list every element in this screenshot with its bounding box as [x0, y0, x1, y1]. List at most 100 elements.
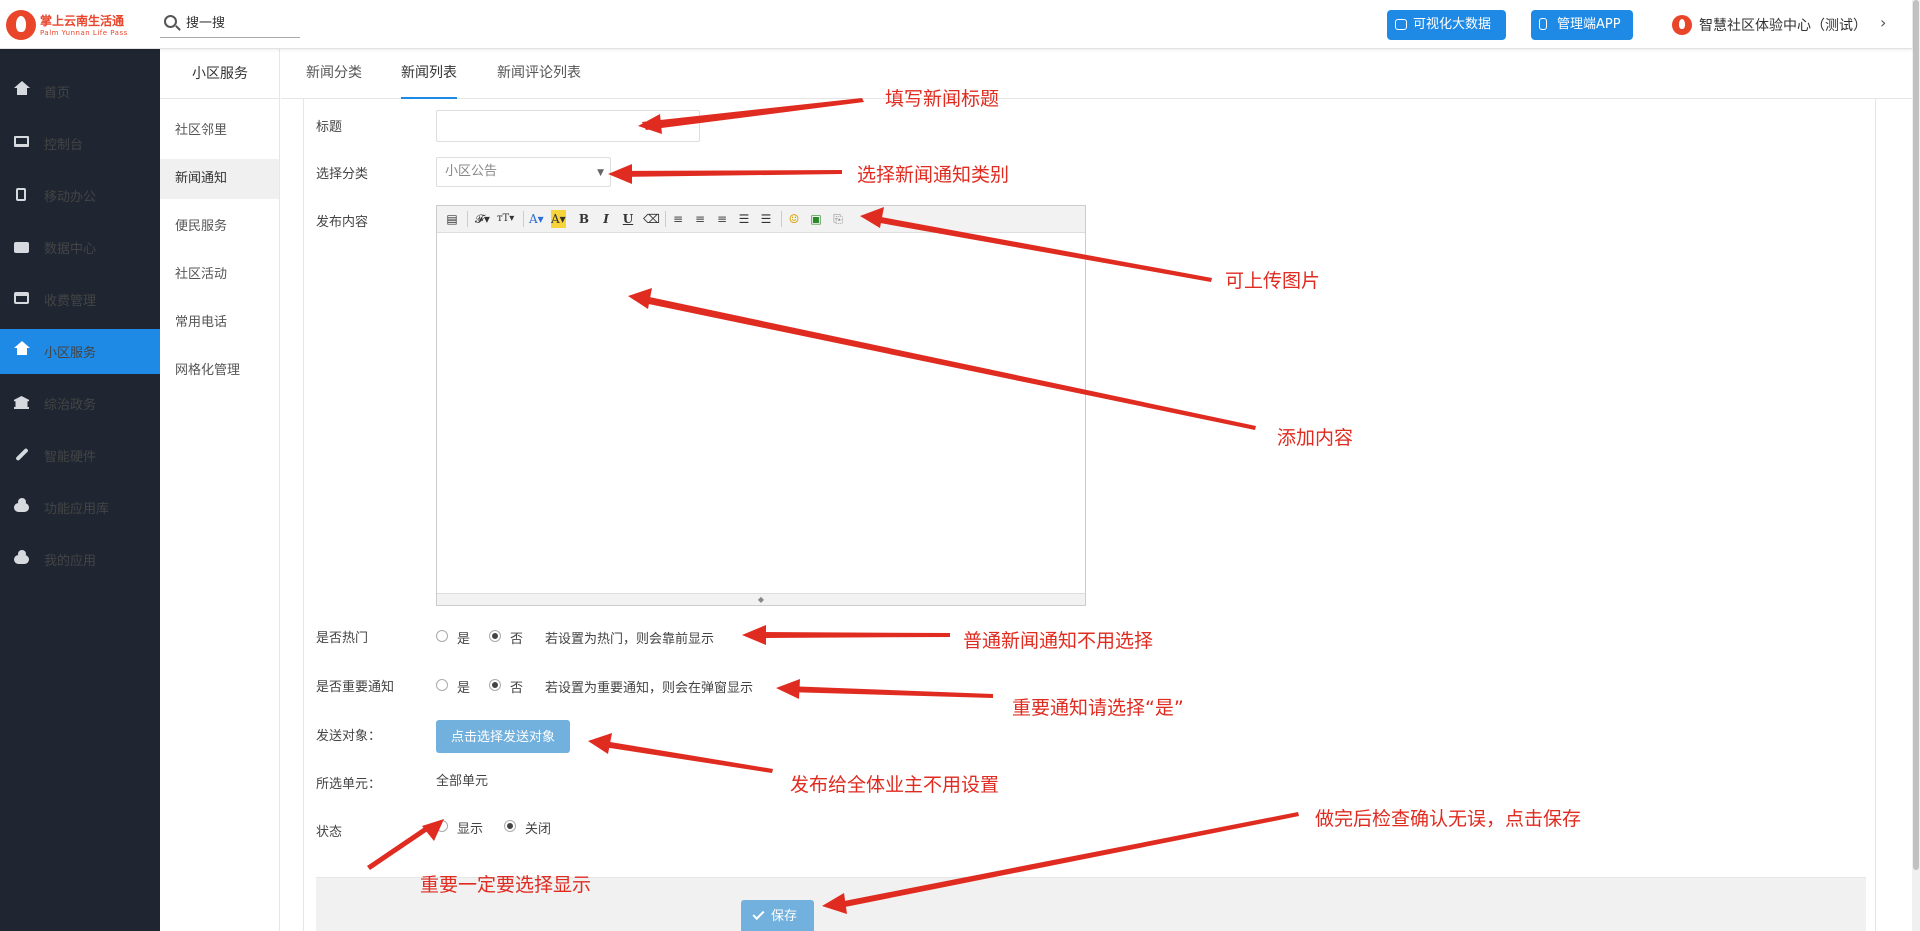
sidebar-item-label: 数据中心 [44, 242, 97, 257]
avatar [1672, 15, 1692, 35]
hot-yes-label: 是 [457, 632, 471, 647]
font-color-icon[interactable]: A▾ [529, 210, 544, 228]
subnav-item-convenience[interactable]: 便民服务 [160, 207, 279, 247]
font-family-icon[interactable]: 𝓕▾ [475, 210, 490, 228]
save-button[interactable]: 保存 [741, 900, 814, 931]
hot-no-label: 否 [510, 632, 524, 647]
tab-bar: 新闻分类 新闻列表 新闻评论列表 [281, 49, 1912, 99]
save-button-label: 保存 [771, 909, 798, 924]
sidebar-item-label: 小区服务 [44, 346, 97, 361]
scrollbar-thumb[interactable] [1913, 0, 1919, 870]
bank-icon [14, 396, 29, 409]
annotation-status: 重要一定要选择显示 [420, 874, 592, 896]
sidebar-item-home[interactable]: 首页 [0, 69, 160, 114]
align-right-icon[interactable]: ≡ [715, 210, 729, 228]
emoji-icon[interactable]: ☺ [787, 210, 801, 228]
sidebar-item-data-center[interactable]: 数据中心 [0, 225, 160, 270]
search-icon [164, 15, 177, 28]
status-close-label: 关闭 [525, 822, 552, 837]
highlight-color-icon[interactable]: A▾ [551, 210, 566, 228]
tab-news-category[interactable]: 新闻分类 [306, 49, 362, 99]
important-no-radio[interactable] [489, 679, 501, 691]
subnav-item-phones[interactable]: 常用电话 [160, 303, 279, 343]
logo-subtitle: Palm Yunnan Life Pass [40, 29, 128, 37]
sidebar-item-label: 首页 [44, 86, 71, 101]
tab-news-list[interactable]: 新闻列表 [401, 49, 457, 99]
hot-no-radio[interactable] [489, 630, 501, 642]
align-left-icon[interactable]: ≡ [671, 210, 685, 228]
bold-icon[interactable]: B [577, 210, 591, 228]
toolbar-separator [665, 211, 666, 227]
status-label: 状态 [316, 825, 343, 840]
sidebar-item-mobile-office[interactable]: 移动办公 [0, 173, 160, 218]
italic-icon[interactable]: I [599, 210, 613, 228]
scrollbar[interactable] [1912, 0, 1920, 931]
admin-app-button[interactable]: 管理端APP [1531, 10, 1633, 40]
unordered-list-icon[interactable]: ☰ [759, 210, 773, 228]
sidebar-item-app-library[interactable]: 功能应用库 [0, 485, 160, 530]
subnav-title: 小区服务 [160, 49, 280, 99]
source-icon[interactable]: ▤ [445, 210, 459, 228]
user-name: 智慧社区体验中心（测试） [1699, 18, 1867, 34]
sidebar-item-smart-hardware[interactable]: 智能硬件 [0, 433, 160, 478]
ordered-list-icon[interactable]: ☰ [737, 210, 751, 228]
credit-card-icon [14, 292, 29, 304]
unit-label: 所选单元： [316, 777, 382, 792]
font-size-icon[interactable]: тT▾ [497, 210, 514, 228]
mobile-icon [16, 188, 26, 201]
align-center-icon[interactable]: ≡ [693, 210, 707, 228]
category-select[interactable]: 小区公告 ▼ [436, 157, 611, 187]
content-label: 发布内容 [316, 215, 369, 230]
image-upload-icon[interactable]: ▣ [809, 210, 823, 228]
cloud-upload-icon [1395, 19, 1407, 30]
hot-yes-radio[interactable] [436, 630, 448, 642]
underline-icon[interactable]: U [621, 210, 635, 228]
bigdata-button-label: 可视化大数据 [1413, 17, 1492, 32]
search-input[interactable] [186, 12, 296, 34]
tab-news-comments[interactable]: 新闻评论列表 [497, 49, 581, 99]
sidebar-item-label: 控制台 [44, 138, 84, 153]
home-icon [14, 81, 30, 95]
search-box [160, 10, 300, 38]
admin-app-button-label: 管理端APP [1557, 17, 1621, 32]
choose-target-button[interactable]: 点击选择发送对象 [436, 720, 570, 753]
cloud-icon [14, 550, 29, 564]
sidebar-item-console[interactable]: 控制台 [0, 121, 160, 166]
sidebar-item-community-service[interactable]: 小区服务 [0, 329, 160, 374]
category-select-value: 小区公告 [445, 164, 498, 179]
status-show-radio[interactable] [436, 820, 448, 832]
laptop-icon [14, 136, 29, 147]
category-label: 选择分类 [316, 167, 369, 182]
editor-content-area[interactable] [437, 233, 1085, 593]
attachment-icon[interactable]: ⎘ [831, 210, 845, 228]
important-yes-label: 是 [457, 681, 471, 696]
sidebar-item-billing[interactable]: 收费管理 [0, 277, 160, 322]
annotation-category: 选择新闻通知类别 [857, 164, 1010, 186]
unit-value: 全部单元 [436, 774, 489, 789]
bigdata-button[interactable]: 可视化大数据 [1387, 10, 1506, 40]
sidebar-item-label: 功能应用库 [44, 502, 110, 517]
resize-handle-icon[interactable]: ◆ [437, 593, 1085, 605]
toolbar-separator [781, 211, 782, 227]
annotation-hot: 普通新闻通知不用选择 [963, 630, 1154, 652]
subnav-item-grid-management[interactable]: 网格化管理 [160, 351, 279, 391]
logo-flame-icon [6, 10, 36, 40]
logo[interactable]: 掌上云南生活通 Palm Yunnan Life Pass [6, 8, 156, 42]
sidebar: 首页 控制台 移动办公 数据中心 收费管理 小区服务 综治政务 智能硬件 功能应… [0, 49, 160, 931]
rich-text-editor: ▤ 𝓕▾ тT▾ A▾ A▾ B I U ⌫ ≡ ≡ ≡ ☰ ☰ ☺ ▣ ⎘ ◆ [436, 205, 1086, 606]
annotation-content: 添加内容 [1277, 427, 1354, 449]
eraser-icon[interactable]: ⌫ [643, 210, 660, 228]
sidebar-item-label: 我的应用 [44, 554, 97, 569]
title-input[interactable] [436, 110, 700, 142]
hot-label: 是否热门 [316, 631, 369, 646]
subnav-item-activities[interactable]: 社区活动 [160, 255, 279, 295]
subnav-item-news[interactable]: 新闻通知 [160, 159, 279, 199]
sidebar-item-my-apps[interactable]: 我的应用 [0, 537, 160, 582]
subnav-item-neighbors[interactable]: 社区邻里 [160, 111, 279, 151]
annotation-save: 做完后检查确认无误，点击保存 [1315, 808, 1582, 830]
status-close-radio[interactable] [504, 820, 516, 832]
sidebar-item-governance[interactable]: 综治政务 [0, 381, 160, 426]
important-hint: 若设置为重要通知，则会在弹窗显示 [545, 681, 754, 696]
hot-hint: 若设置为热门，则会靠前显示 [545, 632, 715, 647]
important-yes-radio[interactable] [436, 679, 448, 691]
